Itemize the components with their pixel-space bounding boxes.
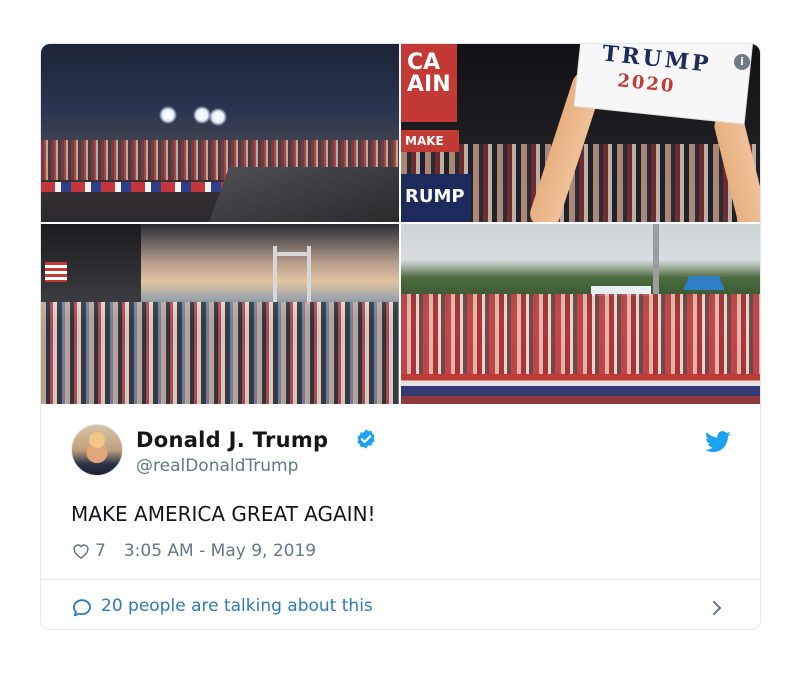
like-count[interactable]: 7 — [95, 541, 106, 561]
info-icon[interactable]: i — [734, 54, 750, 70]
speech-bubble-icon — [73, 599, 91, 617]
rally-photo-stadium-night[interactable] — [41, 44, 399, 222]
stadium-light — [159, 106, 177, 124]
crowd — [41, 302, 399, 404]
avatar[interactable] — [71, 424, 123, 476]
lighting-truss — [273, 252, 311, 256]
rally-photo-sunset-crowd[interactable] — [41, 224, 399, 404]
twitter-bird-icon[interactable] — [705, 431, 731, 453]
tweet-timestamp[interactable]: 3:05 AM - May 9, 2019 — [124, 541, 316, 561]
sign-text: MAKE — [405, 134, 444, 148]
media-grid: CA AIN MAKE RUMP TRUMP 2020 i — [41, 44, 760, 404]
tweet-text: MAKE AMERICA GREAT AGAIN! — [71, 502, 376, 526]
tweet-embed-card: CA AIN MAKE RUMP TRUMP 2020 i Donald J. … — [40, 43, 761, 630]
tweet-meta: 7 3:05 AM - May 9, 2019 — [71, 541, 316, 561]
rally-photo-signs[interactable]: CA AIN MAKE RUMP TRUMP 2020 i — [401, 44, 760, 222]
bunting-rail — [401, 374, 760, 396]
rally-photo-day-crowd[interactable] — [401, 224, 760, 404]
heart-icon[interactable] — [71, 541, 91, 561]
crowd — [401, 294, 760, 374]
author-name[interactable]: Donald J. Trump — [136, 428, 328, 452]
flag — [45, 262, 67, 282]
rally-sign-trump: RUMP — [401, 174, 471, 222]
pole — [653, 224, 659, 294]
rally-sign-left: CA AIN — [401, 44, 457, 122]
verified-badge-icon — [357, 429, 375, 449]
stadium-light — [209, 108, 227, 126]
tent — [683, 276, 725, 290]
sign-year: 2020 — [616, 70, 677, 98]
rally-sign-make: MAKE — [401, 130, 459, 152]
stage — [209, 167, 399, 222]
sign-text: RUMP — [405, 186, 465, 207]
author-handle[interactable]: @realDonaldTrump — [136, 456, 298, 476]
conversation-link[interactable]: 20 people are talking about this — [101, 596, 373, 616]
sign-text: CA AIN — [407, 50, 451, 97]
rally-sign-trump-2020: TRUMP 2020 — [574, 44, 752, 124]
conversation-footer[interactable]: 20 people are talking about this — [41, 580, 760, 629]
chevron-right-icon[interactable] — [709, 597, 725, 619]
